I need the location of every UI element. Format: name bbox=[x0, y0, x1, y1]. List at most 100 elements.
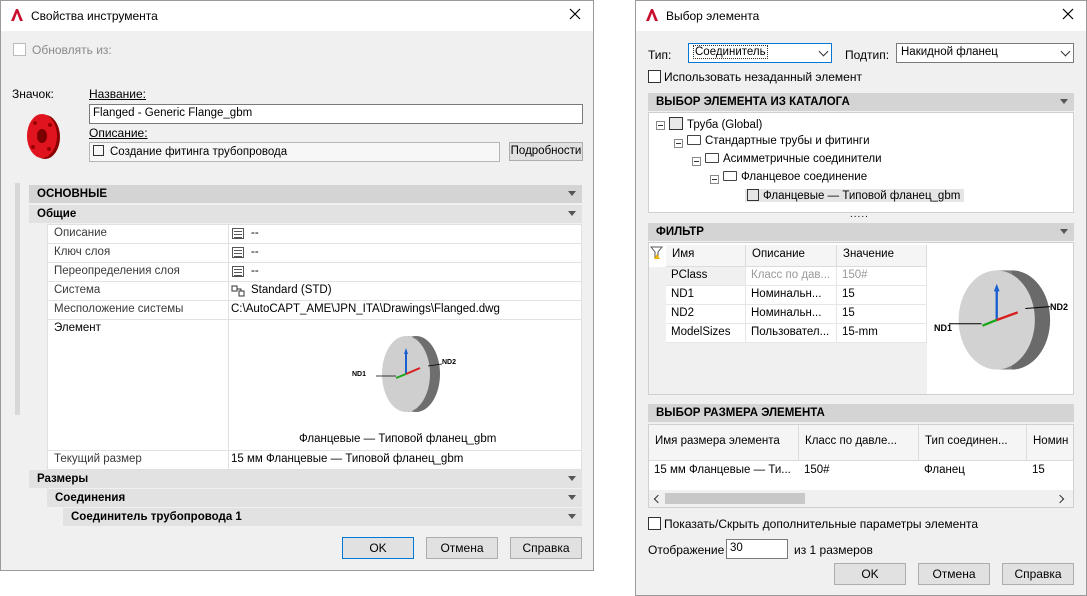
prop-row-layer-key[interactable]: Ключ слоя -- bbox=[48, 244, 581, 263]
nd1-label: ND1 bbox=[352, 371, 367, 378]
display-count-input[interactable]: 30 bbox=[726, 539, 788, 559]
collapse-arrow-icon bbox=[568, 495, 576, 500]
catalog-icon bbox=[669, 117, 683, 130]
chevron-right-icon[interactable] bbox=[1055, 494, 1065, 504]
prop-row-description[interactable]: Описание -- bbox=[48, 225, 581, 244]
collapse-node-icon[interactable] bbox=[692, 157, 701, 166]
dialog-title: Выбор элемента bbox=[666, 9, 760, 23]
tree-item-standard-pipes[interactable]: Стандартные трубы и фитинги bbox=[687, 135, 870, 147]
filter-row-name[interactable]: ModelSizes bbox=[666, 324, 746, 343]
collapse-node-icon[interactable] bbox=[710, 175, 719, 184]
size-col-connection-type[interactable]: Тип соединен... bbox=[919, 425, 1027, 461]
tree-item-flanged-connection[interactable]: Фланцевое соединение bbox=[723, 171, 867, 183]
folder-open-icon bbox=[705, 153, 719, 163]
tree-item-asymmetric-connectors[interactable]: Асимметричные соединители bbox=[705, 153, 882, 165]
subtype-select[interactable]: Накидной фланец bbox=[896, 43, 1074, 63]
folder-open-icon bbox=[723, 171, 737, 181]
ok-button[interactable]: OK bbox=[342, 537, 414, 559]
size-table-hscrollbar[interactable] bbox=[649, 490, 1073, 507]
filter-col-description[interactable]: Описание bbox=[746, 245, 837, 267]
part-preview-image[interactable] bbox=[930, 244, 1073, 394]
collapse-arrow-icon bbox=[568, 211, 576, 216]
size-col-nominal[interactable]: Номин bbox=[1027, 425, 1073, 461]
table-icon bbox=[232, 247, 244, 258]
filter-panel: Имя Описание Значение PClass Класс по да… bbox=[648, 242, 1074, 395]
nd1-label: ND1 bbox=[934, 323, 953, 333]
catalog-section-header[interactable]: ВЫБОР ЭЛЕМЕНТА ИЗ КАТАЛОГА bbox=[648, 93, 1074, 111]
type-select[interactable]: Соединитель bbox=[688, 43, 832, 63]
preview-caption: Фланцевые — Типовой фланец_gbm bbox=[299, 433, 497, 445]
type-label: Тип: bbox=[648, 48, 672, 62]
prop-row-element[interactable]: Элемент ND1 ND2 Фланцевые — Типовой флан… bbox=[48, 320, 581, 451]
prop-row-layer-overrides[interactable]: Переопределения слоя -- bbox=[48, 263, 581, 282]
size-row-connection-type[interactable]: Фланец bbox=[919, 461, 1027, 481]
filter-row-value[interactable]: 150# bbox=[837, 267, 927, 286]
close-icon[interactable] bbox=[1060, 6, 1076, 22]
filter-row-value[interactable]: 15-mm bbox=[837, 324, 927, 343]
section-general[interactable]: Общие bbox=[29, 205, 582, 223]
help-button[interactable]: Справка bbox=[1002, 563, 1074, 585]
section-pipe-connector-1[interactable]: Соединитель трубопровода 1 bbox=[63, 508, 582, 526]
close-icon[interactable] bbox=[567, 6, 583, 22]
section-connections[interactable]: Соединения bbox=[47, 489, 582, 507]
update-from-checkbox[interactable] bbox=[13, 43, 26, 56]
part-icon bbox=[747, 189, 759, 201]
description-field[interactable]: Создание фитинга трубопровода bbox=[89, 142, 500, 162]
chevron-left-icon[interactable] bbox=[653, 494, 663, 504]
filter-section-header[interactable]: ФИЛЬТР bbox=[648, 223, 1074, 241]
system-icon bbox=[231, 285, 245, 297]
dialog-title: Свойства инструмента bbox=[31, 9, 158, 23]
name-label: Название: bbox=[89, 87, 146, 101]
property-grid: Описание -- Ключ слоя -- Переопределения… bbox=[47, 224, 582, 471]
size-col-pressure-class[interactable]: Класс по давле... bbox=[799, 425, 919, 461]
size-row-name[interactable]: 15 мм Фланцевые — Ти... bbox=[649, 461, 799, 481]
show-hide-params-label: Показать/Скрыть дополнительные параметры… bbox=[664, 517, 979, 531]
chevron-down-icon bbox=[818, 46, 829, 57]
name-input[interactable]: Flanged - Generic Flange_gbm bbox=[89, 104, 583, 124]
details-button[interactable]: Подробности bbox=[509, 142, 583, 161]
size-row-pressure-class[interactable]: 150# bbox=[799, 461, 919, 481]
collapse-arrow-icon bbox=[1060, 229, 1068, 234]
filter-row-value[interactable]: 15 bbox=[837, 305, 927, 324]
size-col-name[interactable]: Имя размера элемента bbox=[649, 425, 799, 461]
filter-row-name[interactable]: ND2 bbox=[666, 305, 746, 324]
section-main[interactable]: ОСНОВНЫЕ bbox=[29, 185, 582, 203]
catalog-tree[interactable]: Труба (Global) Стандартные трубы и фитин… bbox=[648, 112, 1074, 213]
tree-item-generic-flange[interactable]: Фланцевые — Типовой фланец_gbm bbox=[745, 189, 965, 202]
section-sizes[interactable]: Размеры bbox=[29, 470, 582, 488]
size-row-nominal[interactable]: 15 bbox=[1027, 461, 1073, 481]
cancel-button[interactable]: Отмена bbox=[918, 563, 990, 585]
show-hide-params-checkbox[interactable] bbox=[648, 517, 661, 530]
tree-item-pipe-global[interactable]: Труба (Global) bbox=[669, 117, 762, 131]
filter-row-name[interactable]: ND1 bbox=[666, 286, 746, 305]
autocad-logo-icon bbox=[646, 9, 658, 21]
filter-row-value[interactable]: 15 bbox=[837, 286, 927, 305]
collapse-node-icon[interactable] bbox=[674, 139, 683, 148]
collapse-node-icon[interactable] bbox=[656, 121, 665, 130]
filter-grid-spacer bbox=[649, 267, 666, 394]
splitter-handle[interactable]: ..... bbox=[850, 209, 869, 220]
use-unassigned-checkbox[interactable] bbox=[648, 70, 661, 83]
display-suffix: из 1 размеров bbox=[794, 543, 873, 557]
filter-col-value[interactable]: Значение bbox=[837, 245, 927, 267]
nd2-label: ND2 bbox=[1050, 302, 1069, 312]
palette-scroll-strip[interactable] bbox=[15, 183, 20, 415]
scrollbar-thumb[interactable] bbox=[665, 493, 805, 504]
prop-row-system-location[interactable]: Месположение системы C:\AutoCAPT_AME\JPN… bbox=[48, 301, 581, 320]
collapse-arrow-icon bbox=[568, 191, 576, 196]
folder-open-icon bbox=[687, 135, 701, 145]
filter-row-name[interactable]: PClass bbox=[666, 267, 746, 286]
size-section-header[interactable]: ВЫБОР РАЗМЕРА ЭЛЕМЕНТА bbox=[648, 404, 1074, 422]
cancel-button[interactable]: Отмена bbox=[426, 537, 498, 559]
prop-row-current-size[interactable]: Текущий размер 15 мм Фланцевые — Типовой… bbox=[48, 451, 581, 470]
ok-button[interactable]: OK bbox=[834, 563, 906, 585]
tool-properties-dialog: Свойства инструмента Обновлять из: Значо… bbox=[0, 0, 594, 571]
select-part-dialog: Выбор элемента Тип: Соединитель Подтип: … bbox=[635, 0, 1087, 596]
chevron-down-icon bbox=[1060, 46, 1071, 57]
prop-row-system[interactable]: Система Standard (STD) bbox=[48, 282, 581, 301]
flange-tool-icon[interactable] bbox=[23, 111, 67, 161]
help-button[interactable]: Справка bbox=[510, 537, 582, 559]
filter-row-desc: Пользовател... bbox=[746, 324, 837, 343]
update-from-label: Обновлять из: bbox=[32, 43, 112, 57]
filter-col-name[interactable]: Имя bbox=[666, 245, 746, 267]
